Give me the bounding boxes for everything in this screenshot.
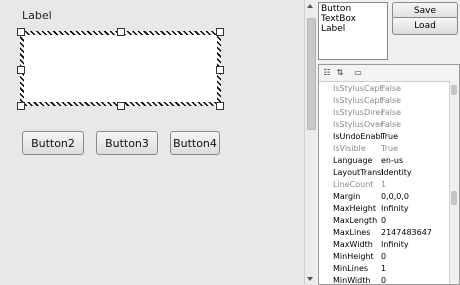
property-name: Margin <box>333 192 361 201</box>
property-name: Language <box>333 156 373 165</box>
design-surface[interactable]: Label Button2 Button3 Button4 <box>0 0 304 285</box>
property-name: MaxWidth <box>333 240 373 249</box>
load-button[interactable]: Load <box>392 17 458 35</box>
property-row[interactable]: IsStylusDirect False <box>319 107 449 119</box>
property-value[interactable]: True <box>381 143 398 155</box>
categorize-icon[interactable]: ☷ <box>322 68 332 77</box>
property-row[interactable]: MaxLength 0 <box>319 215 449 227</box>
property-row[interactable]: IsVisible True <box>319 143 449 155</box>
property-value[interactable]: 1 <box>381 179 386 191</box>
property-name: IsUndoEnable <box>333 132 383 141</box>
property-value[interactable]: False <box>381 95 401 107</box>
property-value[interactable]: 2147483647 <box>381 227 432 239</box>
property-value[interactable]: False <box>381 83 401 95</box>
property-value[interactable]: 0 <box>381 251 386 263</box>
resize-handle-left[interactable] <box>17 66 25 74</box>
property-value[interactable]: 0 <box>381 215 386 227</box>
property-name: IsVisible <box>333 144 366 153</box>
property-name: MaxHeight <box>333 204 376 213</box>
property-value[interactable]: 0 <box>381 275 386 284</box>
property-name: MinWidth <box>333 276 371 285</box>
property-grid[interactable]: ☷ ⇅ ▭ IsStylusCaptu False IsStylusCaptu Fal… <box>318 64 460 285</box>
resize-handle-bottom-left[interactable] <box>17 102 25 110</box>
property-row[interactable]: MaxWidth Infinity <box>319 239 449 251</box>
property-row[interactable]: Language en-us <box>319 155 449 167</box>
property-name: MinLines <box>333 264 369 273</box>
property-value[interactable]: Infinity <box>381 239 409 251</box>
property-value[interactable]: False <box>381 119 401 131</box>
property-value[interactable]: Identity <box>381 167 412 179</box>
property-pages-icon[interactable]: ▭ <box>353 68 363 77</box>
resize-handle-top-right[interactable] <box>216 28 224 36</box>
property-row[interactable]: MinLines 1 <box>319 263 449 275</box>
sort-alpha-icon[interactable]: ⇅ <box>335 68 345 77</box>
control-listbox[interactable]: Button TextBox Label <box>318 2 388 60</box>
scroll-up-arrow-icon[interactable] <box>307 4 313 8</box>
list-item-label[interactable]: Label <box>321 24 385 34</box>
property-row[interactable]: Margin 0,0,0,0 <box>319 191 449 203</box>
property-row[interactable]: IsStylusCaptu False <box>319 95 449 107</box>
property-name: LineCount <box>333 180 374 189</box>
property-name: IsStylusCaptu <box>333 96 383 105</box>
list-item-button[interactable]: Button <box>321 4 385 14</box>
property-value[interactable]: 1 <box>381 263 386 275</box>
property-row[interactable]: IsStylusOver False <box>319 119 449 131</box>
property-value[interactable]: False <box>381 107 401 119</box>
resize-handle-bottom[interactable] <box>117 102 125 110</box>
property-row[interactable]: MaxHeight Infinity <box>319 203 449 215</box>
property-row[interactable]: IsUndoEnable True <box>319 131 449 143</box>
scrollbar-thumb-secondary[interactable] <box>451 191 457 205</box>
textbox-content[interactable] <box>24 35 217 102</box>
property-name: MaxLines <box>333 228 371 237</box>
label-control[interactable]: Label <box>22 9 52 22</box>
property-value[interactable]: 0,0,0,0 <box>381 191 409 203</box>
property-row[interactable]: MinWidth 0 <box>319 275 449 285</box>
resize-handle-bottom-right[interactable] <box>216 102 224 110</box>
scrollbar-thumb[interactable] <box>451 85 457 95</box>
resize-handle-top[interactable] <box>117 28 125 36</box>
button3[interactable]: Button3 <box>96 131 158 155</box>
property-row[interactable]: LineCount 1 <box>319 179 449 191</box>
scrollbar-thumb[interactable] <box>307 18 316 130</box>
property-value[interactable]: en-us <box>381 155 403 167</box>
property-row[interactable]: MaxLines 2147483647 <box>319 227 449 239</box>
property-row[interactable]: IsStylusCaptu False <box>319 83 449 95</box>
property-grid-scrollbar[interactable] <box>449 81 459 284</box>
scroll-down-arrow-icon[interactable] <box>307 277 313 281</box>
property-value[interactable]: Infinity <box>381 203 409 215</box>
property-name: LayoutTransfo <box>333 168 383 177</box>
property-grid-toolbar: ☷ ⇅ ▭ <box>319 65 459 82</box>
selected-textbox[interactable] <box>20 31 221 106</box>
property-name: MinHeight <box>333 252 374 261</box>
property-row[interactable]: MinHeight 0 <box>319 251 449 263</box>
button2[interactable]: Button2 <box>22 131 84 155</box>
resize-handle-top-left[interactable] <box>17 28 25 36</box>
canvas-vertical-scrollbar[interactable] <box>304 0 316 285</box>
property-name: IsStylusOver <box>333 120 383 129</box>
list-item-textbox[interactable]: TextBox <box>321 14 385 24</box>
property-name: MaxLength <box>333 216 378 225</box>
button4[interactable]: Button4 <box>170 131 220 155</box>
property-value[interactable]: True <box>381 131 398 143</box>
property-row[interactable]: LayoutTransfoIdentity <box>319 167 449 179</box>
property-name: IsStylusCaptu <box>333 84 383 93</box>
resize-handle-right[interactable] <box>216 66 224 74</box>
property-name: IsStylusDirect <box>333 108 383 117</box>
